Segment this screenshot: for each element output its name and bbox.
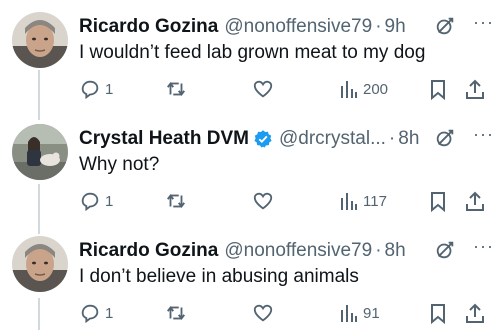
separator-dot: · bbox=[375, 240, 382, 261]
timestamp[interactable]: 8h bbox=[398, 128, 419, 150]
view-count: 117 bbox=[363, 192, 387, 210]
view-count: 91 bbox=[363, 304, 380, 322]
handle[interactable]: @drcrystal... bbox=[279, 128, 386, 150]
verified-badge-icon bbox=[253, 129, 273, 149]
more-icon[interactable]: ··· bbox=[473, 12, 494, 33]
retweet-icon bbox=[167, 81, 185, 97]
bookmark-icon bbox=[431, 80, 445, 100]
retweet-button[interactable] bbox=[164, 190, 188, 212]
reply-button[interactable]: 1 bbox=[79, 190, 113, 212]
like-button[interactable] bbox=[252, 78, 274, 100]
retweet-icon bbox=[167, 305, 185, 321]
share-button[interactable] bbox=[464, 190, 486, 212]
reply-count: 1 bbox=[105, 80, 114, 98]
reply-button[interactable]: 1 bbox=[79, 302, 113, 324]
avatar[interactable] bbox=[12, 12, 68, 68]
views-icon bbox=[341, 305, 357, 322]
tweet[interactable]: Ricardo Gozina @nonoffensive79 · 8h ··· … bbox=[0, 236, 500, 330]
bookmark-icon bbox=[431, 304, 445, 324]
tweet[interactable]: Crystal Heath DVM @drcrystal... · 8h ···… bbox=[0, 124, 500, 224]
bookmark-button[interactable] bbox=[428, 190, 448, 212]
tweet-header: Ricardo Gozina @nonoffensive79 · 9h bbox=[79, 14, 488, 40]
avatar[interactable] bbox=[12, 236, 68, 292]
reply-count: 1 bbox=[105, 192, 114, 210]
views-icon bbox=[341, 193, 357, 210]
like-icon bbox=[253, 304, 273, 322]
avatar[interactable] bbox=[12, 124, 68, 180]
views-button[interactable]: 200 bbox=[339, 78, 388, 100]
tweet-header: Crystal Heath DVM @drcrystal... · 8h bbox=[79, 126, 488, 152]
tweet[interactable]: Ricardo Gozina @nonoffensive79 · 9h ··· … bbox=[0, 12, 500, 112]
reply-icon bbox=[81, 192, 99, 212]
tweet-text: I wouldn’t feed lab grown meat to my dog bbox=[79, 42, 426, 63]
reply-button[interactable]: 1 bbox=[79, 78, 113, 100]
bookmark-button[interactable] bbox=[428, 78, 448, 100]
timestamp[interactable]: 9h bbox=[385, 16, 406, 38]
reply-icon bbox=[81, 304, 99, 324]
share-button[interactable] bbox=[464, 78, 486, 100]
tweet-header: Ricardo Gozina @nonoffensive79 · 8h bbox=[79, 238, 488, 264]
like-button[interactable] bbox=[252, 302, 274, 324]
share-icon bbox=[466, 303, 484, 323]
like-icon bbox=[253, 80, 273, 98]
more-icon[interactable]: ··· bbox=[473, 236, 494, 257]
display-name[interactable]: Crystal Heath DVM bbox=[79, 128, 249, 150]
views-button[interactable]: 91 bbox=[339, 302, 380, 324]
share-button[interactable] bbox=[464, 302, 486, 324]
separator-dot: · bbox=[375, 16, 382, 37]
views-button[interactable]: 117 bbox=[339, 190, 387, 212]
display-name[interactable]: Ricardo Gozina bbox=[79, 240, 218, 262]
separator-dot: · bbox=[388, 128, 396, 149]
handle[interactable]: @nonoffensive79 bbox=[224, 16, 372, 38]
views-icon bbox=[341, 81, 357, 98]
share-icon bbox=[466, 79, 484, 99]
grok-icon[interactable] bbox=[434, 127, 456, 154]
display-name[interactable]: Ricardo Gozina bbox=[79, 16, 218, 38]
grok-icon[interactable] bbox=[434, 239, 456, 266]
grok-icon[interactable] bbox=[434, 15, 456, 42]
share-icon bbox=[466, 191, 484, 211]
reply-count: 1 bbox=[105, 304, 114, 322]
like-icon bbox=[253, 192, 273, 210]
reply-icon bbox=[81, 80, 99, 100]
view-count: 200 bbox=[363, 80, 389, 98]
handle[interactable]: @nonoffensive79 bbox=[224, 240, 372, 262]
retweet-button[interactable] bbox=[164, 302, 188, 324]
action-bar: 1 117 bbox=[79, 190, 489, 216]
like-button[interactable] bbox=[252, 190, 274, 212]
bookmark-button[interactable] bbox=[428, 302, 448, 324]
action-bar: 1 91 bbox=[79, 302, 489, 328]
tweet-text: I don’t believe in abusing animals bbox=[79, 266, 359, 287]
bookmark-icon bbox=[431, 192, 445, 212]
retweet-icon bbox=[167, 193, 185, 209]
more-icon[interactable]: ··· bbox=[473, 124, 494, 145]
timestamp[interactable]: 8h bbox=[385, 240, 406, 262]
retweet-button[interactable] bbox=[164, 78, 188, 100]
action-bar: 1 200 bbox=[79, 78, 489, 104]
tweet-text: Why not? bbox=[79, 154, 160, 175]
